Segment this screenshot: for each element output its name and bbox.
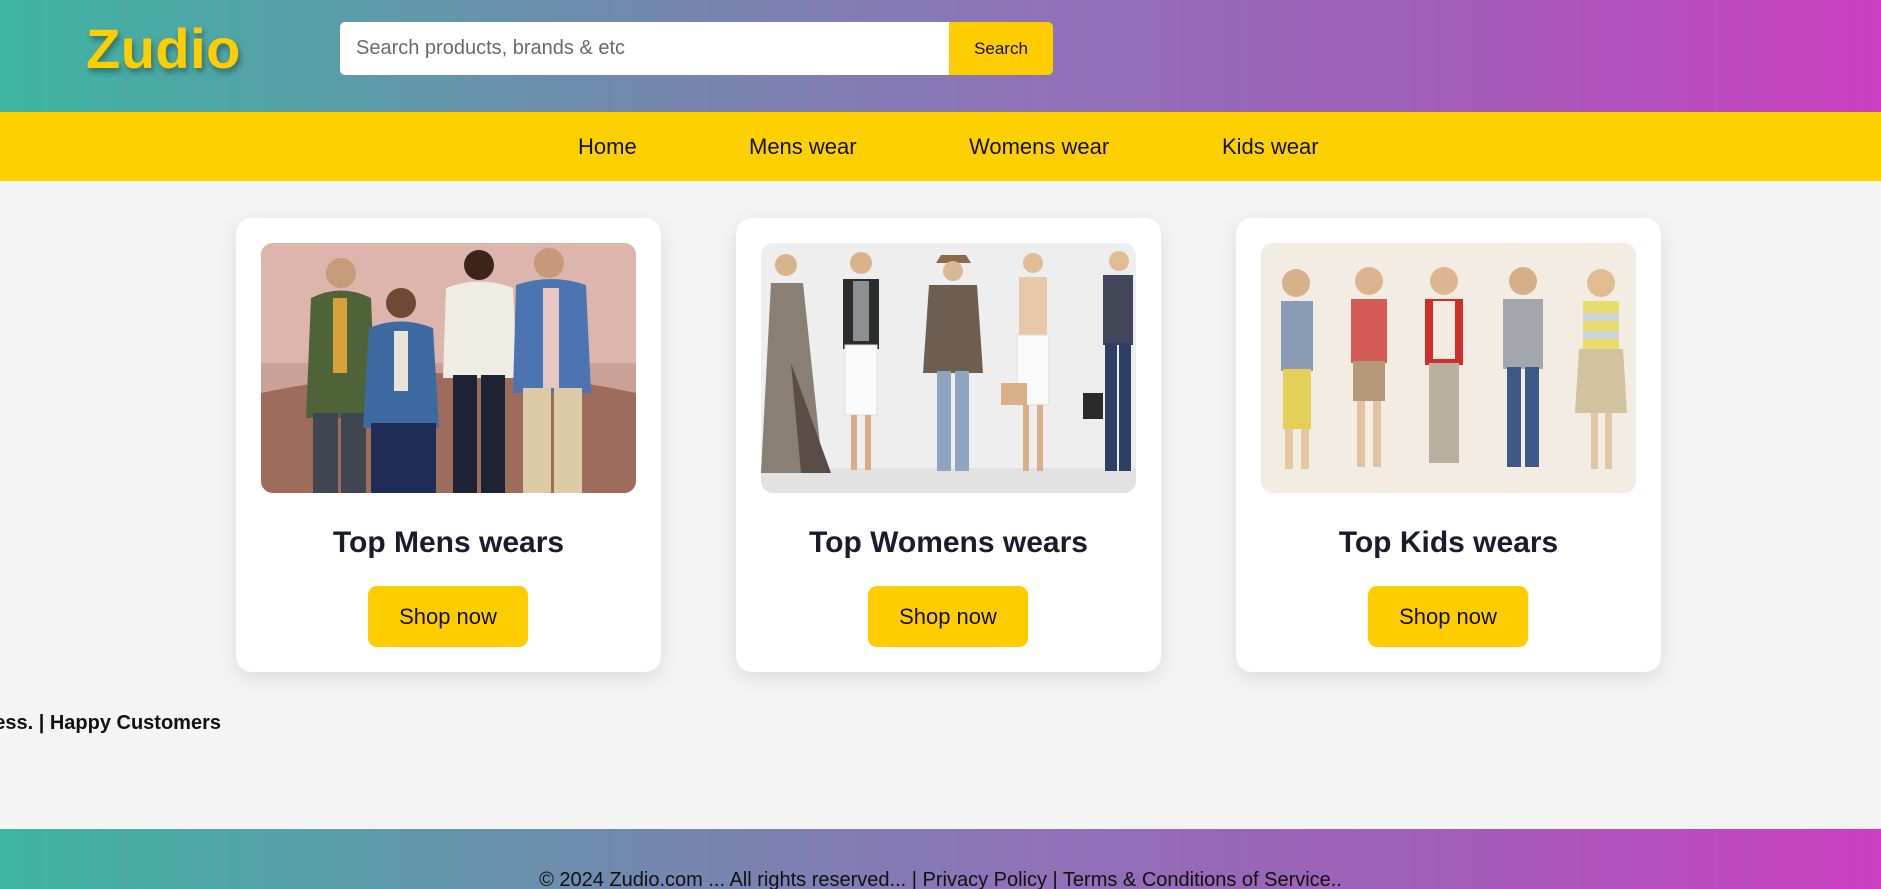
- footer-copyright: © 2024 Zudio.com ... All rights reserved…: [539, 869, 1342, 889]
- product-card-womens: Top Womens wears Shop now: [736, 218, 1161, 672]
- nav-item-mens-wear[interactable]: Mens wear: [749, 112, 857, 181]
- nav-item-home[interactable]: Home: [578, 112, 637, 181]
- shop-now-button-kids[interactable]: Shop now: [1368, 586, 1528, 647]
- womens-models-photo: [761, 243, 1136, 493]
- product-card-kids: Top Kids wears Shop now: [1236, 218, 1661, 672]
- mens-models-photo: [261, 243, 636, 493]
- site-footer: © 2024 Zudio.com ... All rights reserved…: [0, 829, 1881, 889]
- nav-item-womens-wear[interactable]: Womens wear: [969, 112, 1109, 181]
- search-bar: Search: [340, 22, 1053, 75]
- nav-item-kids-wear[interactable]: Kids wear: [1222, 112, 1319, 181]
- card-title: Top Mens wears: [332, 526, 565, 559]
- shop-now-button-mens[interactable]: Shop now: [368, 586, 528, 647]
- search-button[interactable]: Search: [949, 22, 1053, 75]
- product-card-mens: Top Mens wears Shop now: [236, 218, 661, 672]
- site-header: Zudio Search: [0, 0, 1881, 112]
- card-title: Top Kids wears: [1338, 526, 1559, 559]
- search-input[interactable]: [340, 22, 949, 75]
- main-nav: Home Mens wear Womens wear Kids wear: [0, 112, 1881, 181]
- kids-models-photo: [1261, 243, 1636, 493]
- customer-marquee: ppiness. | Happy Customers: [0, 712, 221, 734]
- site-logo[interactable]: Zudio: [86, 16, 241, 81]
- shop-now-button-womens[interactable]: Shop now: [868, 586, 1028, 647]
- card-title: Top Womens wears: [809, 526, 1088, 559]
